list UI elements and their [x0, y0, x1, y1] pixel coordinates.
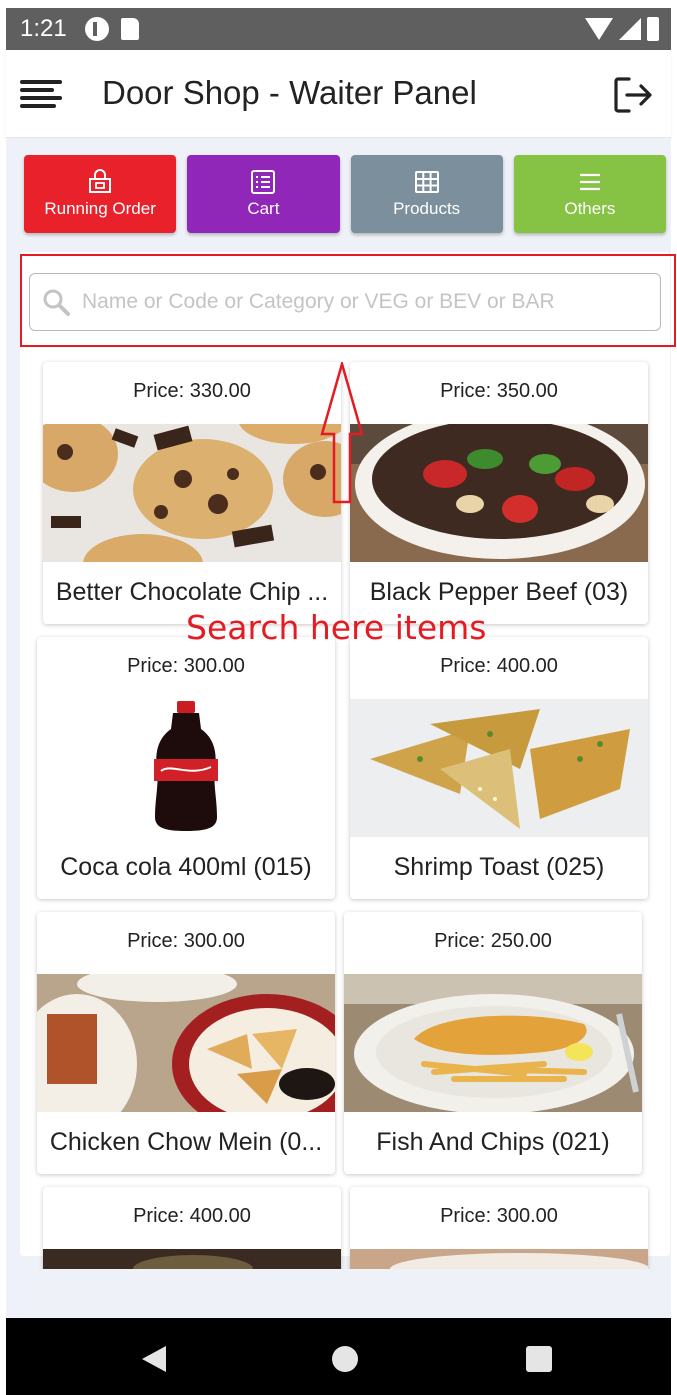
wifi-icon [585, 18, 613, 40]
product-image [37, 974, 335, 1112]
product-image [350, 1249, 648, 1269]
sd-card-icon [120, 18, 139, 40]
product-price: Price: 300.00 [127, 930, 245, 952]
signal-icon [619, 18, 641, 40]
shopping-bag-icon [89, 169, 112, 193]
home-icon[interactable] [332, 1346, 358, 1372]
app-notification-icon [84, 17, 109, 41]
menu-lines-icon [579, 173, 600, 191]
app-bar: Door Shop - Waiter Panel [6, 50, 671, 138]
product-image [350, 699, 648, 837]
product-price: Price: 350.00 [440, 380, 558, 402]
product-name: Black Pepper Beef (03) [369, 578, 629, 606]
nav-buttons: Running Order Cart Products Others [24, 155, 666, 233]
product-card[interactable]: Price: 250.00 Fish And Chips (021) [344, 912, 642, 1174]
product-card[interactable]: Price: 350.00 Black Pepper Beef (03) [350, 362, 648, 624]
cart-label: Cart [247, 199, 280, 218]
list-icon [251, 170, 276, 194]
running-order-label: Running Order [44, 199, 156, 218]
product-name: Fish And Chips (021) [376, 1128, 610, 1156]
annotation-arrow-icon [320, 362, 364, 504]
grid-icon [414, 171, 439, 193]
product-name: Chicken Chow Mein (0... [49, 1128, 323, 1156]
product-name: Better Chocolate Chip ... [55, 578, 329, 606]
recent-apps-icon[interactable] [526, 1346, 552, 1372]
product-card[interactable]: Price: 300.00 [350, 1187, 648, 1269]
product-name: Coca cola 400ml (015) [60, 853, 312, 881]
status-indicators [585, 17, 659, 41]
product-price: Price: 250.00 [434, 930, 552, 952]
product-image [43, 1249, 341, 1269]
product-price: Price: 330.00 [133, 380, 251, 402]
annotation-label: Search here items [186, 608, 487, 647]
product-card[interactable]: Price: 330.00 Better Chocolate Chip ... [43, 362, 341, 624]
search-highlight-annotation [20, 254, 676, 347]
status-bar: 1:21 [6, 8, 671, 50]
product-card[interactable]: Price: 300.00 Coca cola 400ml (015) [37, 637, 335, 899]
product-image [344, 974, 642, 1112]
product-image [43, 424, 341, 562]
product-card[interactable]: Price: 400.00 Shrimp Toast (025) [350, 637, 648, 899]
product-price: Price: 300.00 [440, 1205, 558, 1227]
product-image [350, 424, 648, 562]
others-label: Others [564, 199, 616, 218]
products-label: Products [393, 199, 461, 218]
product-price: Price: 400.00 [440, 655, 558, 677]
product-price: Price: 300.00 [127, 655, 245, 677]
logout-icon[interactable] [613, 76, 653, 114]
running-order-button[interactable]: Running Order [24, 155, 177, 233]
products-button[interactable]: Products [350, 155, 503, 233]
cart-button[interactable]: Cart [187, 155, 340, 233]
hamburger-menu-icon[interactable] [20, 80, 62, 108]
system-navigation-bar [6, 1318, 671, 1395]
product-price: Price: 400.00 [133, 1205, 251, 1227]
status-time: 1:21 [20, 15, 67, 42]
product-card[interactable]: Price: 400.00 [43, 1187, 341, 1269]
product-name: Shrimp Toast (025) [393, 853, 605, 881]
product-card[interactable]: Price: 300.00 Chicken Chow Mein (0... [37, 912, 335, 1174]
product-image [37, 699, 335, 837]
battery-icon [647, 17, 659, 41]
others-button[interactable]: Others [513, 155, 666, 233]
back-icon[interactable] [142, 1346, 166, 1372]
page-title: Door Shop - Waiter Panel [102, 74, 477, 111]
